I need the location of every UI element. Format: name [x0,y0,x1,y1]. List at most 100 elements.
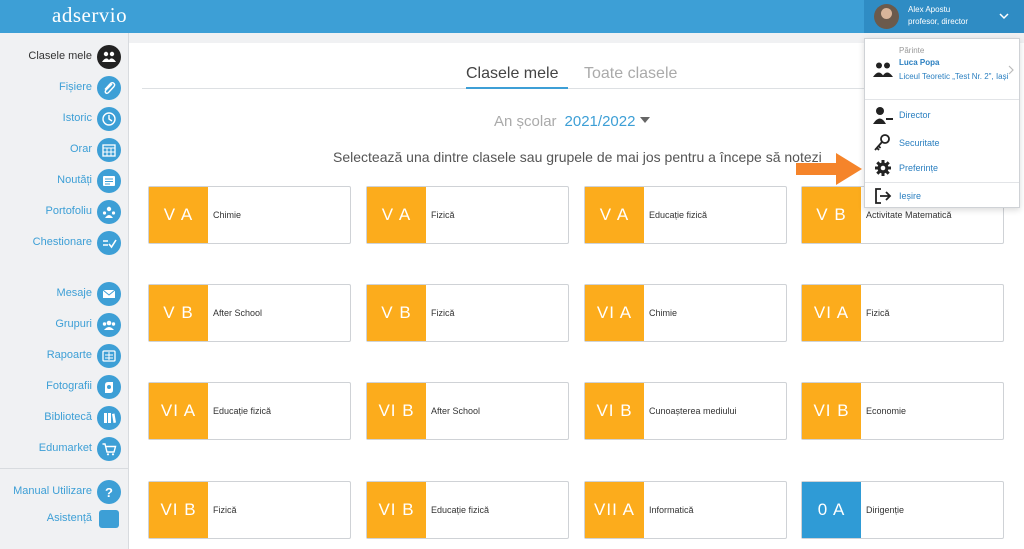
sidebar-divider [0,468,129,469]
sidebar-item-istoric[interactable]: Istoric [0,106,129,132]
class-card[interactable]: V B After School [148,284,351,342]
sidebar-item-label: Bibliotecă [44,411,92,423]
help-icon: ? [97,480,121,504]
class-subject: Fizică [866,308,890,318]
class-card[interactable]: VI B Educație fizică [366,481,569,539]
sidebar-item-edumarket[interactable]: Edumarket [0,436,129,462]
sidebar-item-biblioteca[interactable]: Bibliotecă [0,405,129,431]
sidebar-item-label: Edumarket [38,442,92,454]
sidebar-item-grupuri[interactable]: Grupuri [0,312,129,338]
history-icon [97,107,121,131]
class-subject: Educație fizică [431,505,490,515]
class-badge: V B [149,285,208,341]
tab-toate-clasele[interactable]: Toate clasele [584,65,677,83]
class-badge: VI A [149,383,208,439]
menu-item-iesire[interactable]: Ieșire [865,184,1019,208]
sidebar-item-manual-utilizare[interactable]: Manual Utilizare ? [0,479,129,505]
menu-divider [865,182,1019,183]
class-card[interactable]: VI B Cunoașterea mediului [584,382,787,440]
class-subject: Fizică [431,210,455,220]
menu-divider [865,99,1019,100]
sidebar-item-label: Orar [70,143,92,155]
class-card[interactable]: VI B Economie [801,382,1004,440]
sidebar-item-noutati[interactable]: Noutăți [0,168,129,194]
class-subject: Chimie [213,210,242,220]
sidebar-item-label: Istoric [62,112,92,124]
instruction-text: Selectează una dintre clasele sau grupel… [333,149,822,165]
app-logo[interactable]: adservio [52,3,127,28]
active-tab-indicator [466,87,568,89]
sidebar-item-label: Noutăți [57,174,92,186]
sidebar-item-label: Asistență [46,512,92,524]
class-card[interactable]: 0 A Dirigenție [801,481,1004,539]
class-badge: VI B [367,482,426,538]
tab-clasele-mele[interactable]: Clasele mele [466,65,558,83]
user-menu-toggle[interactable]: Alex Apostu profesor, director [864,0,1024,33]
sidebar-item-rapoarte[interactable]: Rapoarte [0,343,129,369]
checklist-icon [97,231,121,255]
user-name: Alex Apostu [908,5,951,14]
class-card[interactable]: VI A Fizică [801,284,1004,342]
class-badge: V A [149,187,208,243]
photo-icon [97,375,121,399]
class-subject: Activitate Matematică [866,210,952,220]
class-badge: VI A [802,285,861,341]
class-card[interactable]: VI A Chimie [584,284,787,342]
sidebar-item-clasele-mele[interactable]: Clasele mele [0,44,129,70]
class-card[interactable]: V A Fizică [366,186,569,244]
sidebar-item-asistenta[interactable]: Asistență [0,506,129,532]
menu-item-director[interactable]: Director [865,103,1019,127]
sidebar: Clasele mele Fișiere Istoric Orar Noutăț… [0,33,129,549]
class-subject: Fizică [213,505,237,515]
school-year-value[interactable]: 2021/2022 [565,113,636,130]
class-card[interactable]: V B Fizică [366,284,569,342]
logout-icon [875,188,892,204]
sidebar-item-label: Portofoliu [45,205,92,217]
class-subject: Cunoașterea mediului [649,406,737,416]
sidebar-item-mesaje[interactable]: Mesaje [0,281,129,307]
sidebar-item-portofoliu[interactable]: Portofoliu [0,199,129,225]
parent-school: Liceul Teoretic „Test Nr. 2", Iași [899,72,1009,81]
class-card[interactable]: VI B Fizică [148,481,351,539]
class-card[interactable]: VI B After School [366,382,569,440]
parent-label: Părinte [899,46,925,55]
group-icon [97,313,121,337]
school-year-label: An școlar [494,113,557,130]
sidebar-item-label: Chestionare [32,236,92,248]
avatar [874,4,899,29]
class-badge: 0 A [802,482,861,538]
calendar-icon [97,138,121,162]
class-badge: VI A [585,285,644,341]
school-year-selector[interactable]: An școlar 2021/2022 [494,113,651,131]
parents-icon [873,62,893,77]
class-card[interactable]: VI A Educație fizică [148,382,351,440]
sidebar-item-fotografii[interactable]: Fotografii [0,374,129,400]
sidebar-item-chestionare[interactable]: Chestionare [0,230,129,256]
class-card[interactable]: VII A Informatică [584,481,787,539]
user-role: profesor, director [908,17,969,26]
class-card[interactable]: V A Educație fizică [584,186,787,244]
caret-down-icon[interactable] [640,117,651,123]
class-badge: VI B [367,383,426,439]
sidebar-item-label: Clasele mele [28,50,92,62]
class-badge: V A [367,187,426,243]
svg-text:?: ? [105,485,113,500]
portfolio-icon [97,200,121,224]
class-subject: Educație fizică [213,406,272,416]
sidebar-item-fisiere[interactable]: Fișiere [0,75,129,101]
sidebar-item-label: Grupuri [55,318,92,330]
class-subject: Economie [866,406,907,416]
class-card[interactable]: V A Chimie [148,186,351,244]
sidebar-item-orar[interactable]: Orar [0,137,129,163]
class-subject: After School [431,406,481,416]
paperclip-icon [97,76,121,100]
parent-name: Luca Popa [899,58,940,67]
envelope-icon [97,282,121,306]
class-subject: Chimie [649,308,678,318]
class-icon [97,45,121,69]
menu-item-label: Director [899,110,931,120]
sidebar-item-label: Rapoarte [46,349,92,361]
sidebar-item-label: Fișiere [58,81,92,93]
menu-item-securitate[interactable]: Securitate [865,131,1019,155]
menu-item-preferinte[interactable]: Preferințe [865,156,1019,180]
